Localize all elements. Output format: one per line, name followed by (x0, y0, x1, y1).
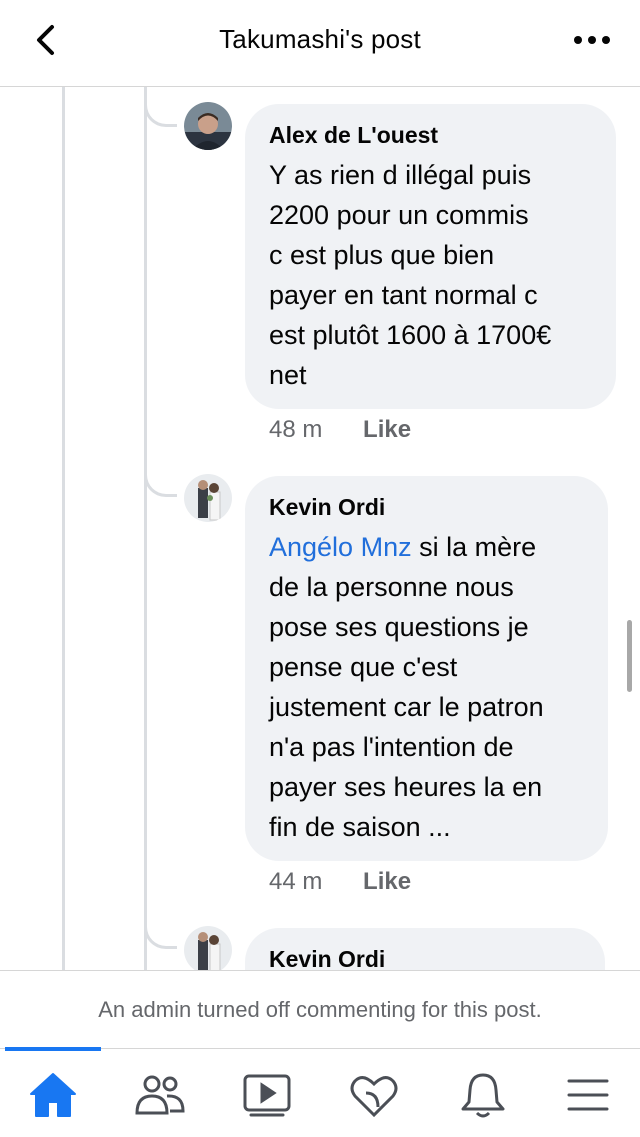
commenting-disabled-notice: An admin turned off commenting for this … (0, 970, 640, 1049)
header-bar: Takumashi's post (0, 0, 640, 87)
like-button[interactable]: Like (363, 868, 411, 895)
home-icon[interactable] (25, 1067, 81, 1123)
notifications-icon[interactable] (455, 1067, 511, 1123)
comment-body: si la mère de la personne nous pose ses … (269, 532, 544, 842)
more-options-icon[interactable] (572, 30, 612, 50)
reply-connector (144, 96, 177, 127)
bottom-tab-bar (0, 1047, 640, 1137)
friends-icon[interactable] (132, 1067, 188, 1123)
comment-author[interactable]: Kevin Ordi (269, 946, 581, 973)
thread-line-inner (144, 86, 147, 970)
comment-bubble[interactable]: Kevin Ordi Angélo Mnz si la mère de la p… (245, 476, 608, 861)
comment-bubble[interactable]: Alex de L'ouest Y as rien d illégal puis… (245, 104, 616, 409)
active-tab-indicator (5, 1047, 101, 1051)
avatar[interactable] (184, 926, 232, 974)
comment-time: 44 m (269, 868, 323, 895)
scrollbar[interactable] (627, 620, 632, 692)
comment-text: Y as rien d illégal puis 2200 pour un co… (269, 160, 552, 390)
comment-meta: 44 m Like (269, 868, 411, 896)
avatar[interactable] (184, 474, 232, 522)
comment-time: 48 m (269, 416, 323, 443)
avatar[interactable] (184, 102, 232, 150)
page-title: Takumashi's post (219, 24, 421, 54)
watch-icon[interactable] (239, 1067, 295, 1123)
mention-link[interactable]: Angélo Mnz (269, 532, 412, 562)
reply-connector (144, 918, 177, 949)
comment-author[interactable]: Kevin Ordi (269, 494, 584, 521)
menu-icon[interactable] (560, 1067, 616, 1123)
reply-connector (144, 466, 177, 497)
like-button[interactable]: Like (363, 416, 411, 443)
thread-line-outer (62, 86, 65, 970)
dating-icon[interactable] (346, 1067, 402, 1123)
comment-meta: 48 m Like (269, 416, 411, 444)
comment-text: Angélo Mnz si la mère de la personne nou… (269, 527, 584, 847)
comment-author[interactable]: Alex de L'ouest (269, 122, 592, 149)
